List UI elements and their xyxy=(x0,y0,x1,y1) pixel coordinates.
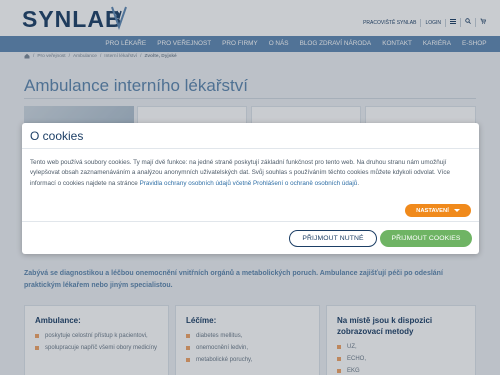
accept-necessary-button[interactable]: PŘIJMOUT NUTNÉ xyxy=(289,230,377,247)
divider xyxy=(22,221,479,222)
chevron-down-icon xyxy=(453,209,460,212)
cookie-consent-dialog: O cookies Tento web používá soubory cook… xyxy=(22,123,479,254)
privacy-policy-link[interactable]: Pravidla ochrany osobních údajů včetně P… xyxy=(140,180,358,187)
settings-label: NASTAVENÍ xyxy=(416,207,449,214)
settings-button[interactable]: NASTAVENÍ xyxy=(405,204,471,217)
dialog-header: O cookies xyxy=(22,123,479,149)
dialog-title: O cookies xyxy=(30,129,84,143)
accept-all-cookies-button[interactable]: PŘIJMOUT COOKIES xyxy=(380,230,472,247)
cookie-description: Tento web používá soubory cookies. Ty ma… xyxy=(22,149,479,189)
cookie-text-end: . xyxy=(357,179,360,187)
